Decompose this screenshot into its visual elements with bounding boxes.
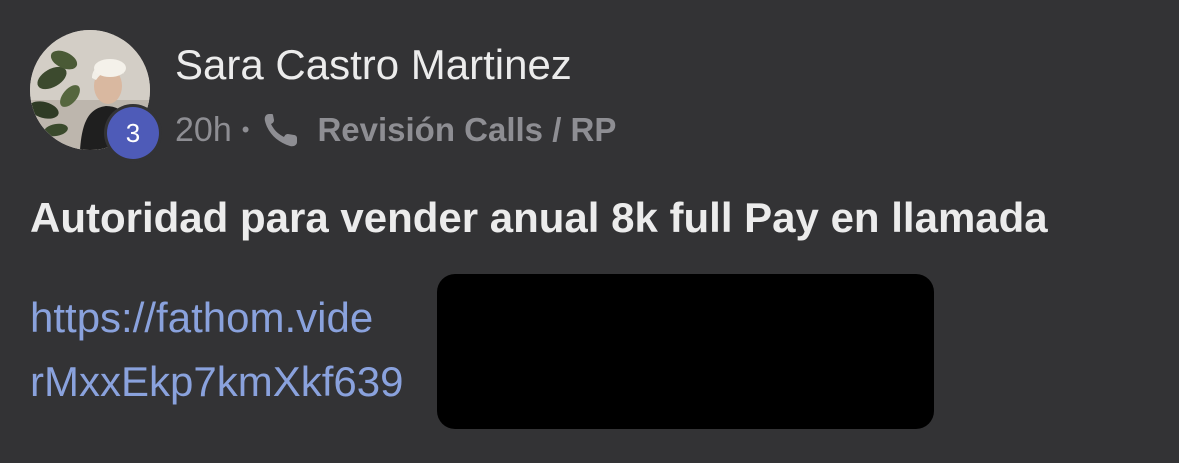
post-link-line-2: rMxxEkp7kmXkf639 [30,358,404,405]
phone-icon [259,108,307,152]
post-title: Autoridad para vender anual 8k full Pay … [30,194,1048,241]
post-meta: 20h • Revisión Calls / RP [175,108,616,152]
post-timestamp: 20h [175,110,232,149]
channel-link[interactable]: Revisión Calls / RP [317,111,616,149]
redaction-block [437,274,934,429]
level-badge: 3 [104,104,162,162]
meta-separator: • [241,117,250,142]
post-link-line-1: https://fathom.vide [30,294,374,341]
post-link[interactable]: https://fathom.vide rMxxEkp7kmXkf639 [30,286,403,414]
author-name[interactable]: Sara Castro Martinez [175,40,572,90]
level-badge-number: 3 [107,107,159,159]
